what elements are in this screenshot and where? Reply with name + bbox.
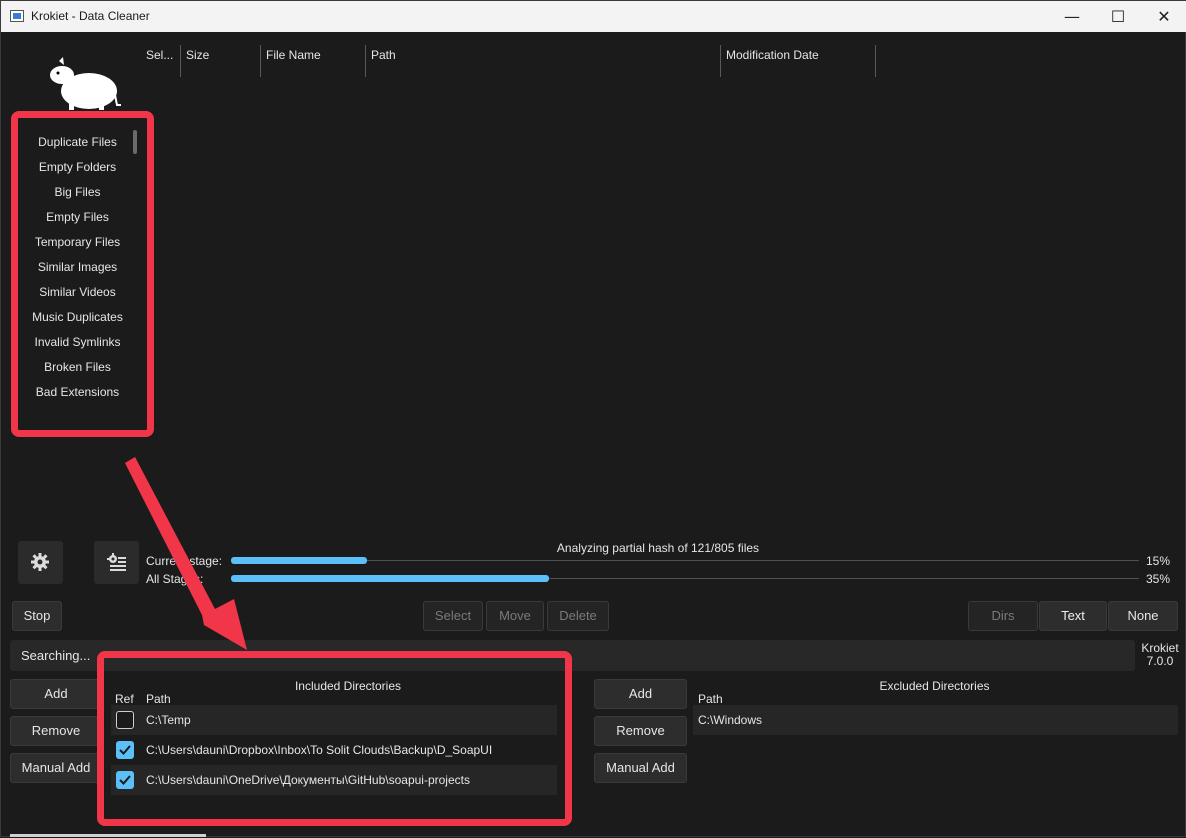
annotation-arrow-icon bbox=[125, 457, 247, 650]
app-window: Krokiet - Data Cleaner — ☐ ✕ Sel... Size… bbox=[0, 0, 1186, 837]
